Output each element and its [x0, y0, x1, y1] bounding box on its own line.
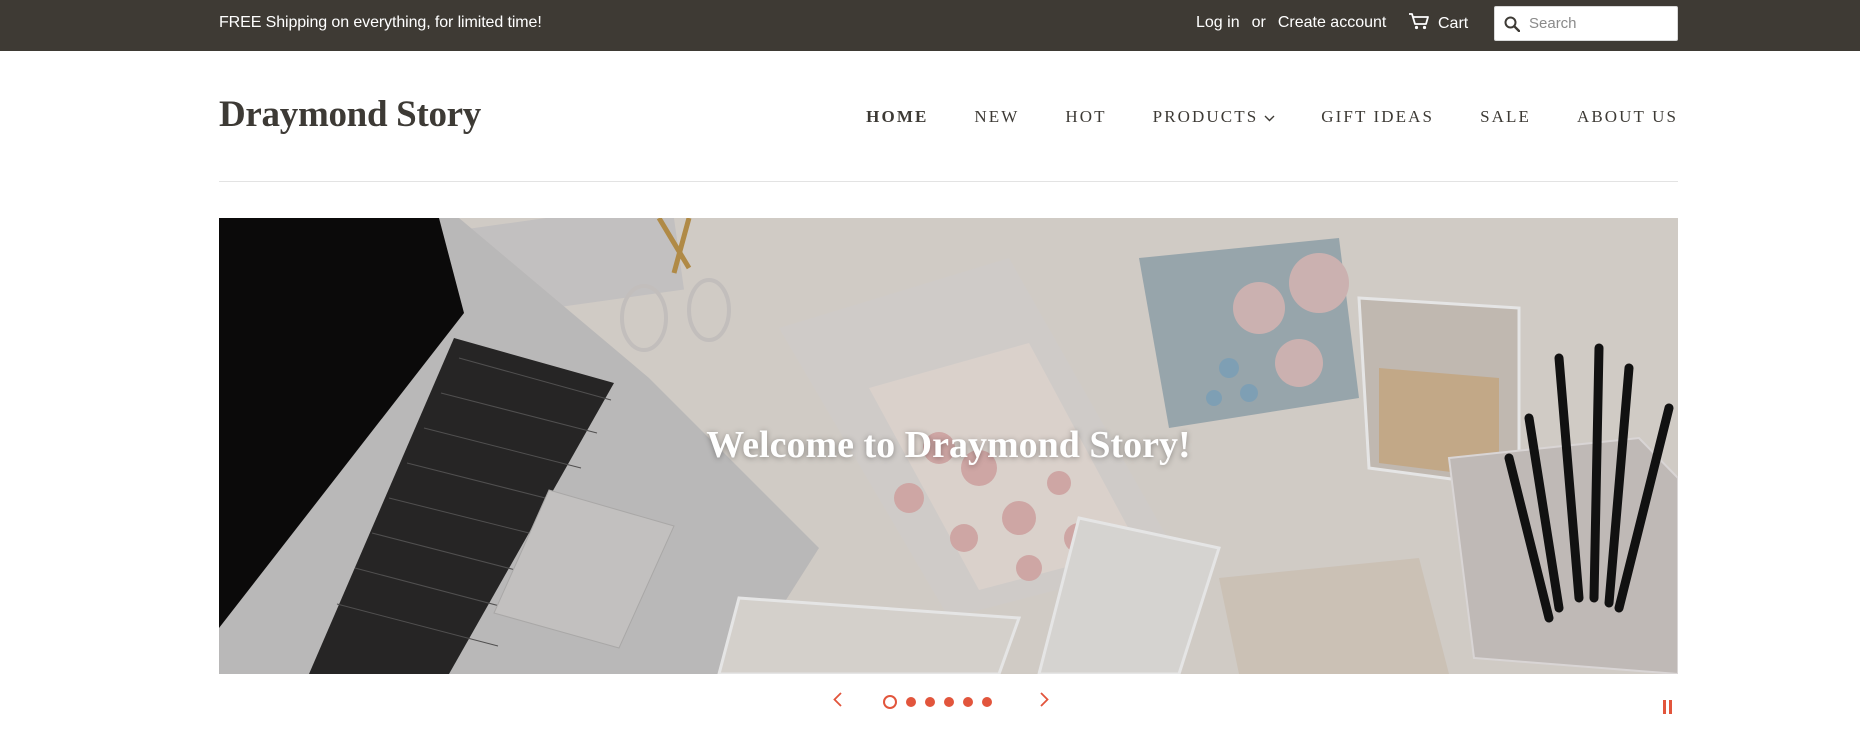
account-links: Log in or Create account [1196, 14, 1386, 32]
slideshow-controls [825, 692, 1080, 712]
cart-icon [1408, 12, 1430, 35]
or-separator: or [1251, 14, 1266, 31]
search-box [1494, 6, 1678, 41]
site-logo[interactable]: Draymond Story [219, 93, 481, 136]
promo-text: FREE Shipping on everything, for limited… [219, 14, 542, 31]
chevron-right-icon [1039, 692, 1049, 712]
nav-item-products[interactable]: PRODUCTS [1153, 107, 1276, 127]
slide-dot-4[interactable] [944, 697, 954, 707]
slide-dot-3[interactable] [925, 697, 935, 707]
chevron-down-icon [1264, 107, 1275, 127]
chevron-left-icon [832, 692, 842, 712]
slide-dot-5[interactable] [963, 697, 973, 707]
slide-dot-2[interactable] [906, 697, 916, 707]
header-divider [219, 181, 1678, 182]
pause-icon-bar [1663, 700, 1666, 714]
slide-dot-6[interactable] [982, 697, 992, 707]
pause-slideshow-button[interactable] [1663, 700, 1675, 716]
nav-item-gift-ideas[interactable]: GIFT IDEAS [1321, 107, 1434, 127]
hero-slideshow[interactable]: Welcome to Draymond Story! [219, 218, 1678, 674]
slide-dot-1[interactable] [883, 695, 897, 709]
create-account-link[interactable]: Create account [1278, 14, 1387, 32]
pause-icon-bar [1669, 700, 1672, 714]
search-icon[interactable] [1495, 7, 1529, 40]
hero-caption: Welcome to Draymond Story! [706, 424, 1191, 466]
next-slide-button[interactable] [1032, 692, 1056, 712]
search-input[interactable] [1529, 8, 1669, 39]
nav-item-hot[interactable]: HOT [1065, 107, 1106, 127]
cart-label: Cart [1438, 14, 1469, 32]
previous-slide-button[interactable] [825, 692, 849, 712]
nav-item-home[interactable]: HOME [866, 107, 928, 127]
nav-item-about-us[interactable]: ABOUT US [1577, 107, 1678, 127]
cart-link[interactable]: Cart [1408, 12, 1468, 35]
announcement-bar: FREE Shipping on everything, for limited… [0, 0, 1860, 51]
nav-item-products-label: PRODUCTS [1152, 107, 1259, 126]
login-link[interactable]: Log in [1196, 14, 1240, 32]
nav-item-new[interactable]: NEW [974, 107, 1019, 127]
nav-item-sale[interactable]: SALE [1480, 107, 1531, 127]
main-nav: HOME NEW HOT PRODUCTS GIFT IDEAS SALE AB… [866, 106, 1678, 128]
slide-dots [883, 695, 992, 709]
